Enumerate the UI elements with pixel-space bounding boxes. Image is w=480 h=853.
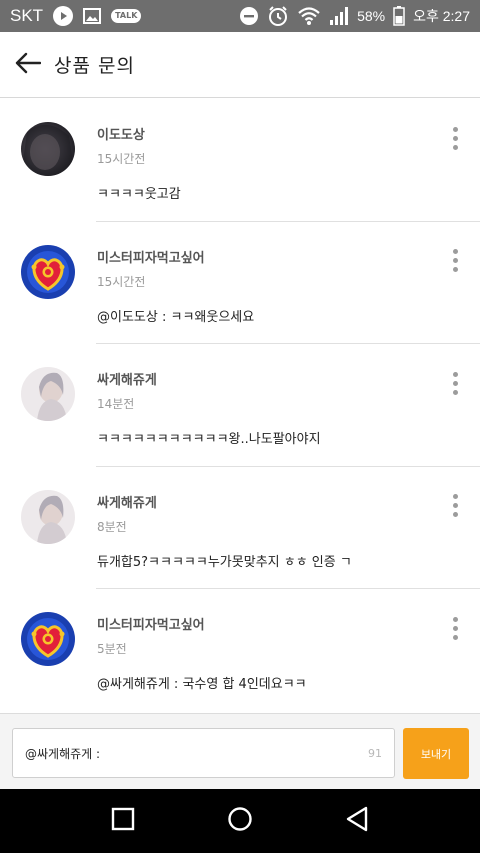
comment-item: 싸게해쥬게 8분전 듀개합5?ㅋㅋㅋㅋㅋ누가못맞추지 ㅎㅎ 인증 ㄱ xyxy=(0,467,480,590)
avatar[interactable] xyxy=(21,244,75,299)
more-options-button[interactable] xyxy=(444,125,466,151)
more-vert-icon xyxy=(452,371,458,377)
avatar[interactable] xyxy=(21,367,75,422)
comment-author[interactable]: 미스터피자먹고싶어 xyxy=(97,614,205,633)
page-title: 상품 문의 xyxy=(54,55,135,77)
comment-list[interactable]: 이도도상 15시간전 ㅋㅋㅋㅋ웃고감 미스터피자먹고싶어 15시간전 @이도도상… xyxy=(0,99,480,713)
app-bar: 상품 문의 xyxy=(0,32,480,98)
more-options-button[interactable] xyxy=(444,248,466,274)
comment-text: @이도도상 : ㅋㅋ왜웃으세요 xyxy=(97,309,255,325)
comment-text: @싸게해쥬게 : 국수영 합 4인데요ㅋㅋ xyxy=(97,677,307,693)
more-options-button[interactable] xyxy=(444,493,466,519)
comment-time: 14분전 xyxy=(97,397,135,412)
back-nav-button[interactable] xyxy=(327,791,387,851)
comment-input-bar: @싸게해쥬게 : 91 보내기 xyxy=(0,713,480,789)
recents-button[interactable] xyxy=(93,791,153,851)
circle-icon xyxy=(227,806,253,836)
alarm-icon xyxy=(267,5,289,27)
comment-time: 15시간전 xyxy=(97,152,146,166)
comment-author[interactable]: 이도도상 xyxy=(97,124,145,143)
signal-icon xyxy=(329,6,349,26)
comment-text: ㅋㅋㅋㅋㅋㅋㅋㅋㅋㅋㅋ왕..나도팔아야지 xyxy=(97,432,321,448)
comment-item: 미스터피자먹고싶어 15시간전 @이도도상 : ㅋㅋ왜웃으세요 xyxy=(0,222,480,345)
home-button[interactable] xyxy=(210,791,270,851)
more-options-button[interactable] xyxy=(444,615,466,641)
comment-text: 듀개합5?ㅋㅋㅋㅋㅋ누가못맞추지 ㅎㅎ 인증 ㄱ xyxy=(97,554,352,570)
avatar[interactable] xyxy=(21,612,75,667)
comment-item: 이도도상 15시간전 ㅋㅋㅋㅋ웃고감 xyxy=(0,99,480,222)
more-vert-icon xyxy=(452,126,458,132)
comment-author[interactable]: 싸게해쥬게 xyxy=(97,492,157,511)
arrow-left-icon xyxy=(15,52,42,78)
clock: 오후 2:27 xyxy=(413,8,470,24)
talk-icon: TALK xyxy=(111,9,142,23)
comment-author[interactable]: 싸게해쥬게 xyxy=(97,369,157,388)
system-nav-bar xyxy=(0,789,480,853)
status-bar: SKT TALK 58% 오후 2:27 xyxy=(0,0,480,32)
back-button[interactable] xyxy=(0,32,56,98)
wifi-icon xyxy=(297,6,321,26)
avatar[interactable] xyxy=(21,489,75,544)
comment-item: 미스터피자먹고싶어 5분전 @싸게해쥬게 : 국수영 합 4인데요ㅋㅋ xyxy=(0,589,480,712)
char-counter: 91 xyxy=(368,746,382,760)
comment-time: 8분전 xyxy=(97,519,127,534)
carrier-label: SKT xyxy=(10,6,44,25)
comment-time: 5분전 xyxy=(97,642,127,657)
battery-icon xyxy=(393,6,405,26)
image-icon xyxy=(83,8,102,24)
triangle-back-icon xyxy=(345,806,369,836)
square-icon xyxy=(111,807,135,835)
comment-time: 15시간전 xyxy=(97,274,146,289)
comment-input[interactable]: @싸게해쥬게 : 91 xyxy=(12,728,395,778)
avatar[interactable] xyxy=(21,122,75,176)
more-vert-icon xyxy=(452,249,458,255)
more-options-button[interactable] xyxy=(444,370,466,396)
send-button[interactable]: 보내기 xyxy=(403,728,469,779)
more-vert-icon xyxy=(452,494,458,500)
comment-text: ㅋㅋㅋㅋ웃고감 xyxy=(97,187,181,202)
comment-item: 싸게해쥬게 14분전 ㅋㅋㅋㅋㅋㅋㅋㅋㅋㅋㅋ왕..나도팔아야지 xyxy=(0,344,480,467)
comment-input-value[interactable]: @싸게해쥬게 : xyxy=(25,745,368,762)
play-icon xyxy=(53,6,74,26)
battery-percent: 58% xyxy=(357,8,386,24)
comment-author[interactable]: 미스터피자먹고싶어 xyxy=(97,247,205,266)
minus-circle-icon xyxy=(239,6,259,26)
more-vert-icon xyxy=(452,616,458,622)
